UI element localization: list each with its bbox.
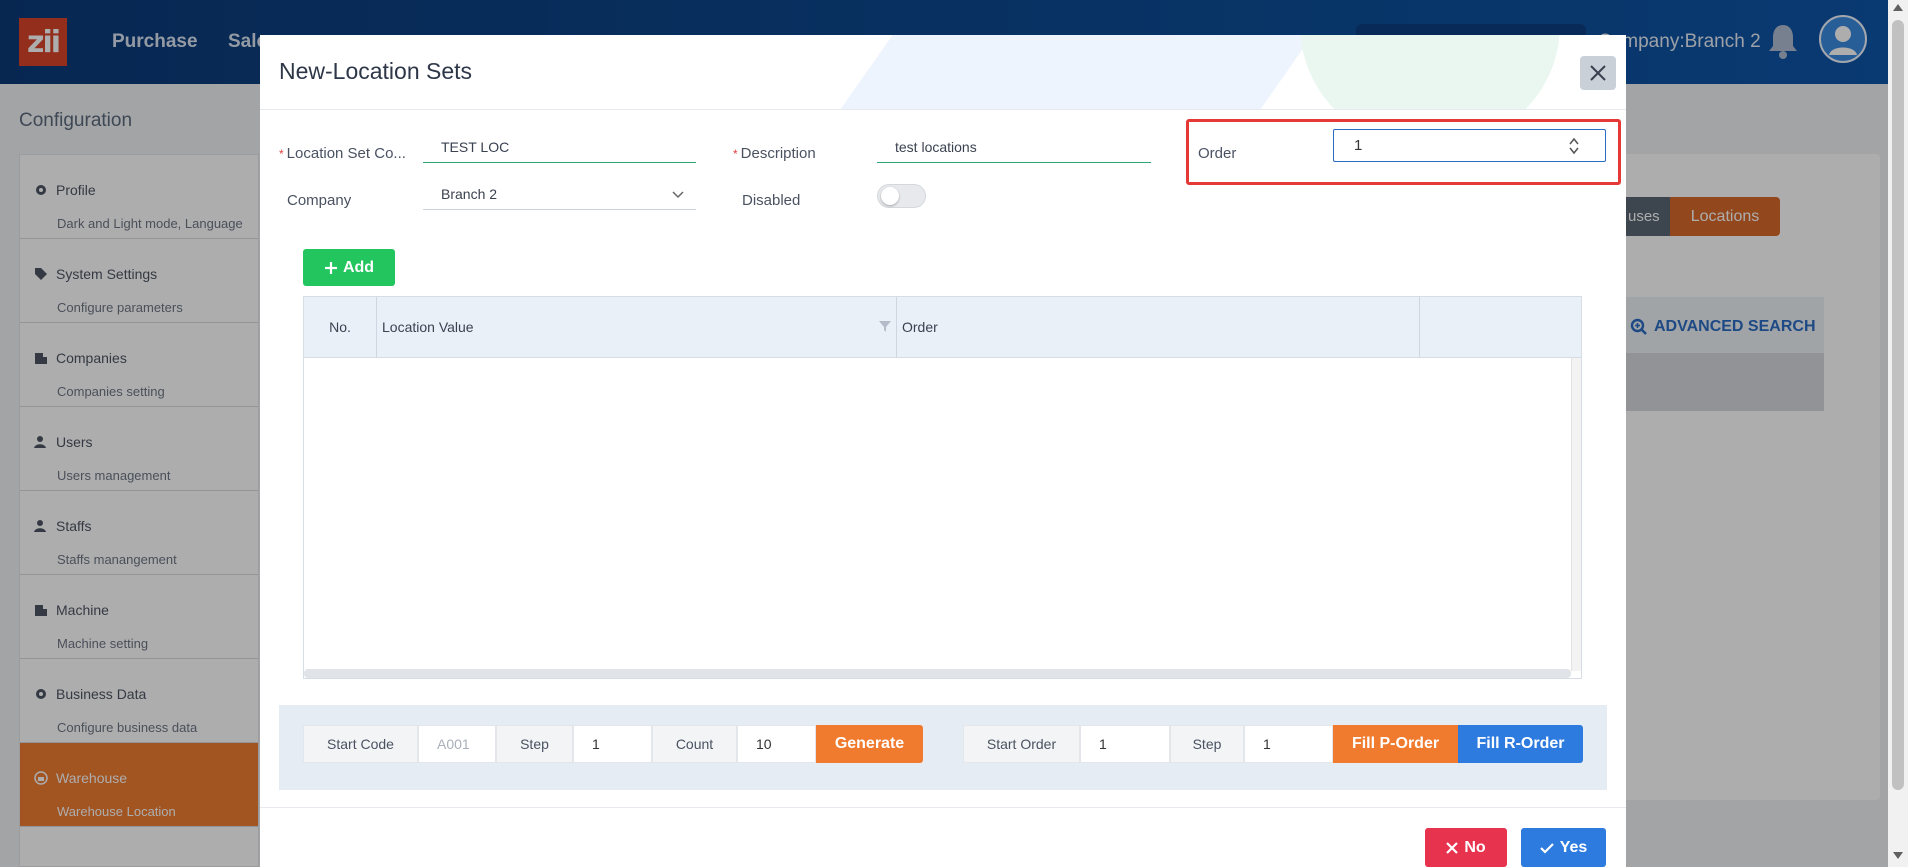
start-code-label: Start Code	[303, 725, 418, 763]
start-order-label: Start Order	[963, 725, 1080, 763]
x-icon	[1446, 841, 1459, 854]
table-vertical-scrollbar[interactable]	[1571, 358, 1581, 671]
check-icon	[1539, 842, 1554, 854]
no-button-label: No	[1464, 838, 1486, 856]
dialog-header: New-Location Sets	[260, 35, 1626, 110]
required-marker: *	[733, 147, 738, 161]
plus-icon	[324, 261, 337, 274]
fill-r-order-button[interactable]: Fill R-Order	[1458, 725, 1583, 763]
table-horizontal-scrollbar[interactable]	[304, 669, 1571, 678]
description-label: * Description	[733, 145, 816, 162]
order-generator-group: Start Order 1 Step 1 Fill P-Order Fill R…	[963, 725, 1583, 763]
yes-button-label: Yes	[1559, 838, 1588, 856]
dialog-title: New-Location Sets	[279, 58, 473, 84]
close-button[interactable]	[1580, 56, 1616, 90]
count-label: Count	[652, 725, 737, 763]
location-set-code-label: * Location Set Co...	[279, 145, 406, 162]
label-text: Description	[740, 145, 816, 162]
page-scrollbar[interactable]	[1888, 0, 1908, 867]
description-input[interactable]: test locations	[877, 135, 1151, 163]
column-header-no[interactable]: No.	[304, 297, 377, 357]
add-button[interactable]: Add	[303, 249, 395, 286]
close-icon	[1590, 65, 1606, 81]
step-input[interactable]: 1	[573, 725, 652, 763]
chevron-down-icon	[672, 191, 684, 199]
required-marker: *	[279, 147, 284, 161]
start-order-input[interactable]: 1	[1080, 725, 1170, 763]
add-button-label: Add	[342, 258, 375, 276]
footer-divider	[260, 807, 1626, 808]
start-code-input[interactable]: A001	[418, 725, 496, 763]
column-header-actions	[1420, 297, 1581, 357]
column-header-order[interactable]: Order	[897, 297, 1420, 357]
code-generator-group: Start Code A001 Step 1 Count 10 Generate	[303, 725, 923, 763]
no-button[interactable]: No	[1425, 828, 1507, 867]
column-header-location-value[interactable]: Location Value	[377, 297, 897, 357]
fill-p-order-button[interactable]: Fill P-Order	[1333, 725, 1458, 763]
company-label: Company	[287, 192, 352, 209]
order-step-input[interactable]: 1	[1244, 725, 1333, 763]
disabled-toggle[interactable]	[877, 184, 926, 208]
location-values-table: No. Location Value Order	[303, 296, 1582, 679]
count-input[interactable]: 10	[737, 725, 816, 763]
header-decoration	[815, 35, 1355, 109]
yes-button[interactable]: Yes	[1521, 828, 1606, 867]
disabled-label: Disabled	[742, 192, 801, 209]
generate-button[interactable]: Generate	[816, 725, 923, 763]
header-decoration	[1300, 35, 1560, 109]
highlight-annotation	[1186, 119, 1621, 185]
step-label: Step	[496, 725, 573, 763]
scroll-up-arrow-icon[interactable]	[1893, 4, 1903, 11]
column-label: Location Value	[382, 319, 474, 335]
company-selected-value: Branch 2	[441, 186, 498, 202]
filter-icon[interactable]	[878, 319, 892, 333]
toggle-knob	[881, 187, 899, 205]
table-header: No. Location Value Order	[304, 297, 1581, 358]
label-text: Location Set Co...	[286, 145, 406, 162]
new-location-sets-dialog: New-Location Sets * Location Set Co... TE…	[260, 35, 1626, 867]
generator-toolbar: Start Code A001 Step 1 Count 10 Generate…	[279, 705, 1607, 790]
location-set-code-input[interactable]: TEST LOC	[423, 135, 696, 163]
scrollbar-thumb[interactable]	[1892, 20, 1904, 790]
step-label: Step	[1170, 725, 1244, 763]
company-select[interactable]: Branch 2	[423, 182, 696, 210]
scroll-down-arrow-icon[interactable]	[1893, 852, 1903, 859]
